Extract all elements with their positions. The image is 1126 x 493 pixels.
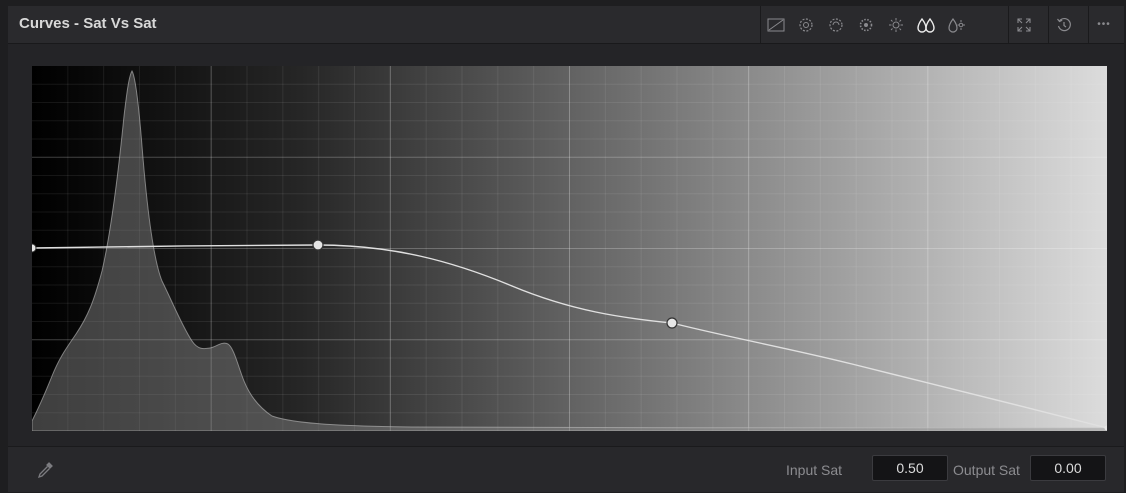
expand-group	[1008, 6, 1045, 43]
curves-panel: Curves - Sat Vs Sat ••• Input Sat 0.50 O…	[8, 6, 1124, 492]
curve-mode-toolbar	[760, 6, 1001, 43]
output-sat-label: Output Sat	[953, 462, 1020, 478]
reset-group	[1048, 6, 1085, 43]
panel-title: Curves - Sat Vs Sat	[19, 15, 157, 32]
hue-vs-hue-icon[interactable]	[791, 6, 821, 43]
panel-footer: Input Sat Output Sat	[8, 446, 1124, 492]
more-group: •••	[1088, 6, 1125, 43]
curve-control-point[interactable]	[666, 317, 678, 329]
reset-icon[interactable]	[1049, 6, 1079, 43]
panel-header: Curves - Sat Vs Sat •••	[8, 6, 1124, 44]
output-sat-field[interactable]	[1030, 455, 1106, 481]
lum-vs-sat-icon[interactable]	[881, 6, 911, 43]
curve-control-point[interactable]	[32, 243, 37, 253]
curve-graph-area	[8, 44, 1124, 446]
eyedropper-icon[interactable]	[36, 461, 54, 479]
input-sat-label: Input Sat	[786, 462, 843, 478]
curve-control-point[interactable]	[312, 239, 324, 251]
sat-vs-lum-icon[interactable]	[941, 6, 971, 43]
hue-vs-sat-icon[interactable]	[821, 6, 851, 43]
hue-vs-lum-icon[interactable]	[851, 6, 881, 43]
curve-graph[interactable]	[32, 66, 1107, 431]
expand-icon[interactable]	[1009, 6, 1039, 43]
input-sat-field[interactable]	[872, 455, 948, 481]
more-options-icon[interactable]: •••	[1089, 6, 1119, 43]
sat-vs-sat-icon[interactable]	[911, 6, 941, 43]
custom-curve-icon[interactable]	[761, 6, 791, 43]
